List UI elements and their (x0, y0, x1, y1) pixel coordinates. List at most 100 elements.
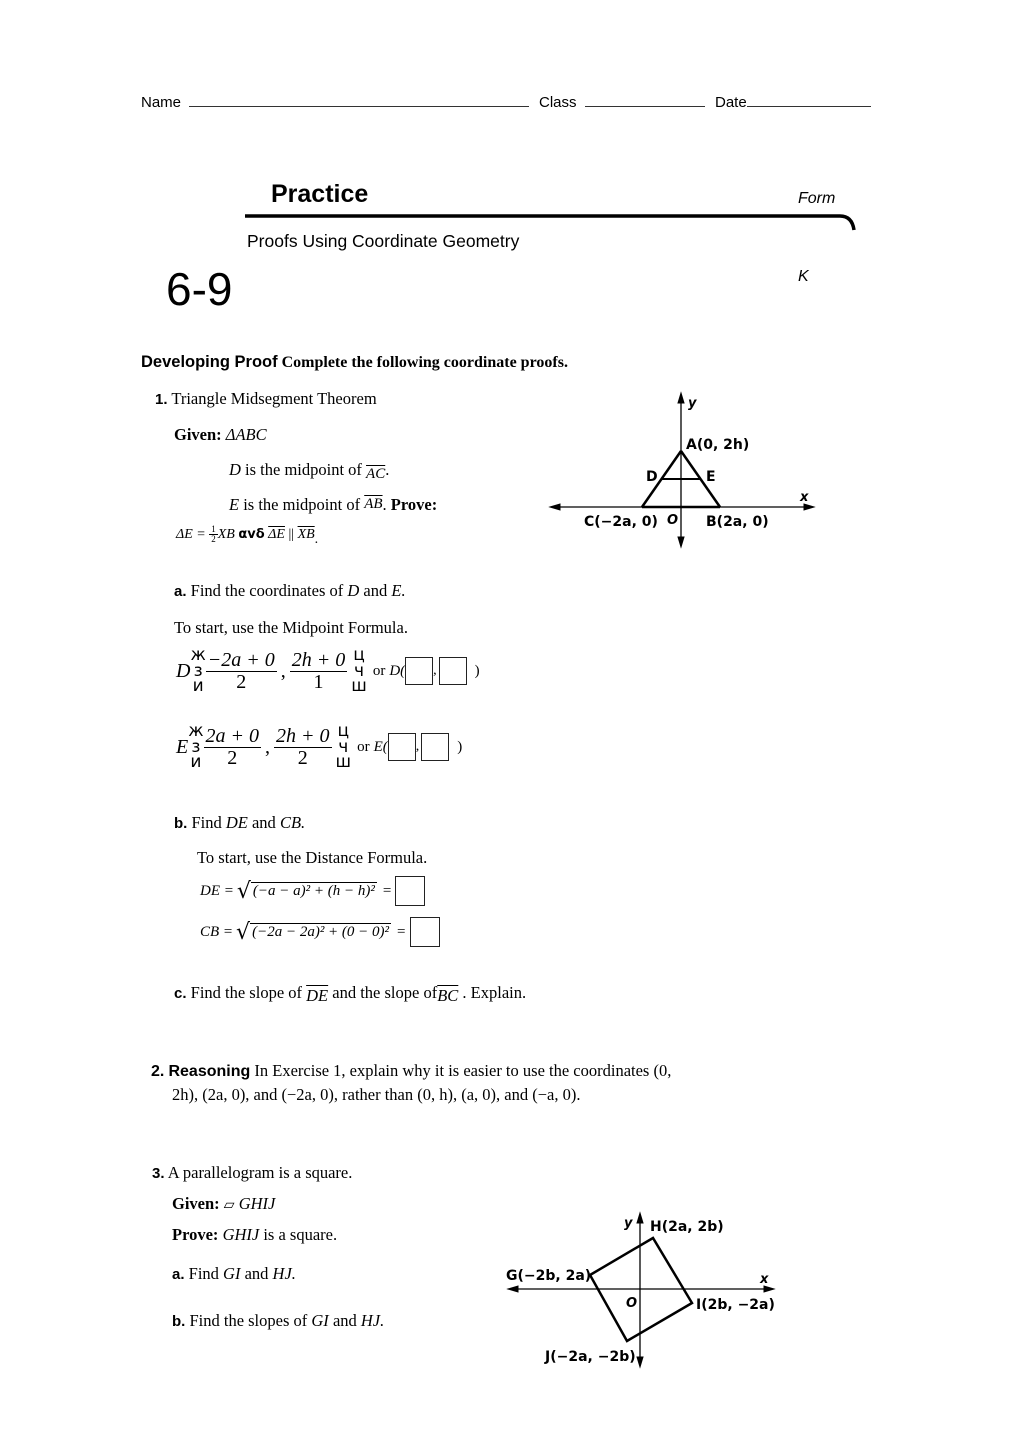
or-text: or (372, 662, 386, 679)
part-a-var1: D (347, 581, 360, 600)
e-num1: 2a + 0 (203, 724, 262, 748)
de-answer-box[interactable] (395, 876, 426, 906)
lesson-subtitle: Proofs Using Coordinate Geometry (247, 231, 520, 251)
instructions-lead: Developing Proof (141, 353, 278, 371)
midpoint-d-formula: D ж з и −2a + 02 , 2h + 01 ц ч ш or D( ,… (176, 645, 480, 697)
e-y-answer-box[interactable] (421, 733, 450, 762)
problem2-lead: Reasoning (168, 1063, 251, 1080)
prove-text: is a square. (263, 1225, 338, 1244)
problem2-line1: 2. Reasoning In Exercise 1, explain why … (151, 1061, 671, 1081)
e-var: E (176, 735, 189, 758)
part-a-var2: E. (391, 581, 406, 600)
segment-ab: AB (364, 496, 383, 512)
or-text: or (357, 738, 370, 755)
x-axis-arrow-left (548, 503, 561, 511)
name-blank[interactable] (189, 92, 530, 107)
given-e-line: E is the midpoint of AB. Prove: (229, 495, 438, 514)
d-y-answer-box[interactable] (438, 657, 467, 686)
part-b-label: b. (172, 1313, 186, 1330)
half-den: 2 (211, 534, 216, 545)
given-d-var: D (229, 460, 241, 479)
y-label: y (624, 1216, 633, 1231)
sqrt-symbol: √ (236, 919, 251, 945)
e-frac-y: 2h + 02 (274, 724, 332, 769)
cb-answer-box[interactable] (409, 917, 440, 947)
e-close-paren: ) (457, 738, 463, 755)
given-e-var: E (229, 495, 240, 514)
parallel-symbol: || (288, 527, 295, 543)
problem1-number: 1. (155, 391, 168, 408)
name-field[interactable]: Name (141, 92, 530, 111)
e-point-label: E( (373, 738, 388, 755)
prove-label: Prove: (390, 495, 438, 514)
segment-bc: BC (437, 986, 459, 1005)
problem1-given: Given: ΔABC (174, 425, 267, 445)
prove-statement: ΔE = 1 2 XB αvδ ΔE || XB. (176, 524, 319, 548)
point-d-label: D (646, 469, 658, 485)
date-blank[interactable] (746, 92, 871, 107)
given-e-text: is the midpoint of (243, 495, 361, 514)
midpoint-e-formula: E ж з и 2a + 02 , 2h + 02 ц ч ш or E( , … (176, 721, 463, 773)
sqrt-symbol: √ (236, 878, 251, 904)
part-b-var2: HJ. (360, 1311, 385, 1330)
part-a-label: a. (172, 1266, 185, 1283)
problem1-title: Triangle Midsegment Theorem (171, 389, 377, 408)
d-num2: 2h + 0 (289, 648, 348, 672)
e-den1: 2 (227, 746, 238, 769)
part-c-text3: . Explain. (462, 983, 527, 1002)
point-i-label: I(2b, −2a) (696, 1297, 775, 1313)
prove-xb: XB (217, 527, 235, 543)
d-x-answer-box[interactable] (405, 657, 434, 686)
class-blank[interactable] (584, 92, 705, 107)
given-label: Given: (172, 1194, 220, 1213)
prove-lhs: ΔE = (176, 527, 206, 543)
e-num2: 2h + 0 (274, 724, 332, 748)
part-b-text: Find (191, 813, 222, 832)
d-point-label: D( (389, 662, 406, 679)
y-axis-arrow-down (677, 536, 685, 549)
parallelogram-icon: ▱ (223, 1197, 235, 1213)
point-j-label: J(−2a, −2b) (544, 1349, 636, 1365)
part-b-text: Find the slopes of (189, 1311, 308, 1330)
date-field[interactable]: Date (715, 92, 871, 111)
problem3-heading: 3. A parallelogram is a square. (152, 1163, 352, 1183)
part-a-var2: HJ. (272, 1264, 296, 1283)
midpoint-hint: To start, use the Midpoint Formula. (174, 618, 408, 637)
point-h-label: H(2a, 2b) (650, 1219, 724, 1235)
part-a-text: Find (188, 1264, 219, 1283)
equals: = (397, 923, 406, 940)
e-x-answer-box[interactable] (387, 733, 416, 762)
e-den2: 2 (297, 746, 308, 769)
problem3-title: A parallelogram is a square. (167, 1163, 353, 1182)
class-field[interactable]: Class (539, 92, 705, 111)
segment-de: DE (306, 986, 329, 1005)
point-c-label: C(−2a, 0) (584, 514, 658, 530)
right-paren: ц ч ш (351, 645, 367, 697)
y-axis-arrow-down (636, 1356, 644, 1369)
prove-seg2: XB (297, 527, 315, 543)
given-value: ΔABC (225, 425, 267, 444)
d-var: D (176, 659, 191, 682)
form-letter: K (798, 268, 809, 285)
de-distance-formula: DE = √ (−a − a)² + (h − h)² = (200, 876, 426, 906)
d-den2: 1 (313, 670, 324, 693)
x-axis-arrow-left (506, 1285, 519, 1293)
y-label: y (688, 396, 697, 411)
segment-ac: AC (366, 466, 386, 482)
e-frac-x: 2a + 02 (203, 724, 262, 769)
problem3-part-b: b. Find the slopes of GI and HJ. (172, 1311, 384, 1331)
point-a-label: A(0, 2h) (686, 437, 749, 453)
triangle-diagram: y x A(0, 2h) D E C(−2a, 0) O B(2a, 0) (548, 391, 816, 549)
cb-radicand: (−2a − 2a)² + (0 − 0)² (250, 923, 392, 940)
part-c-text2: and the slope of (332, 983, 438, 1002)
square-diagram: y H(2a, 2b) G(−2b, 2a) x O I(2b, −2a) J(… (506, 1211, 776, 1369)
problem3-prove: Prove: GHIJ is a square. (172, 1225, 337, 1245)
prove-and: αvδ (238, 527, 265, 543)
de-lhs: DE = (200, 882, 234, 899)
de-radicand: (−a − a)² + (h − h)² (250, 882, 377, 899)
problem2-number: 2. (151, 1063, 165, 1080)
instructions-text: Complete the following coordinate proofs… (281, 354, 568, 371)
prove-seg1: ΔE (268, 527, 285, 543)
d-frac-y: 2h + 01 (289, 648, 348, 693)
part-b-prompt: b. Find DE and CB. (174, 813, 305, 833)
